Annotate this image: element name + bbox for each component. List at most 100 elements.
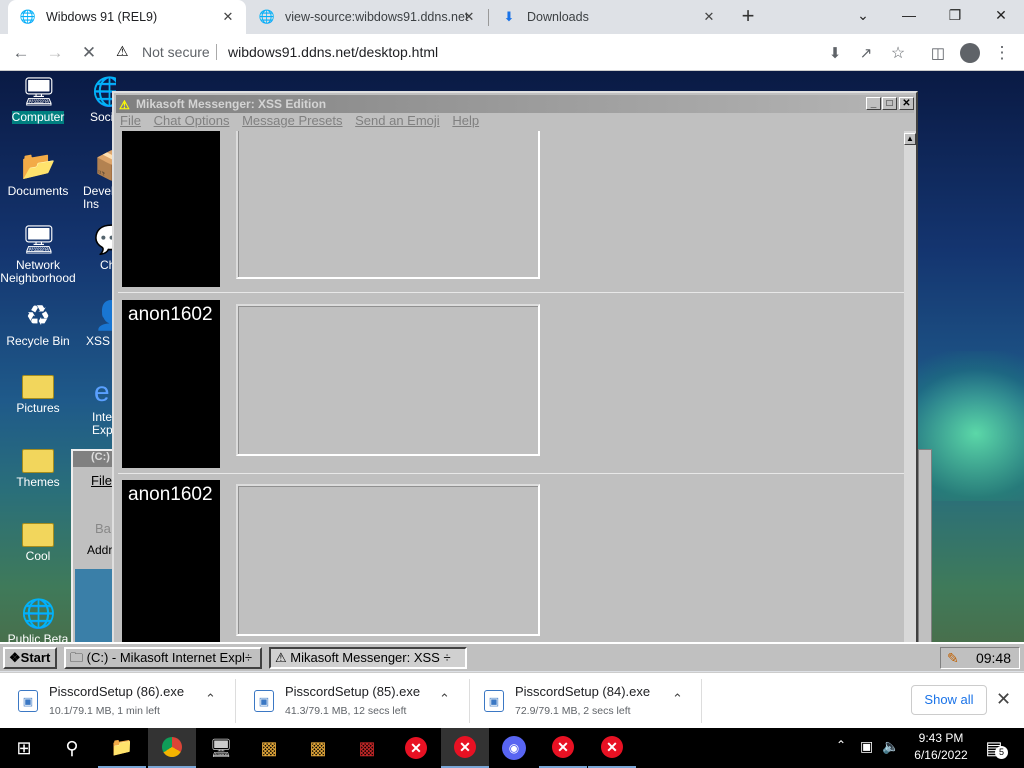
tab-search-icon[interactable]: ⌄: [840, 0, 886, 30]
desktop-icon-themes[interactable]: Themes: [0, 449, 76, 489]
user-avatar: anon1602: [122, 131, 220, 287]
desktop-icon-cool[interactable]: Cool: [0, 523, 76, 563]
new-tab-button[interactable]: +: [736, 3, 760, 28]
error-app-icon[interactable]: ✕: [441, 728, 489, 768]
username: anon1602: [128, 131, 213, 136]
error-app-icon[interactable]: ✕: [588, 728, 636, 768]
desktop-icon-internet-explorer[interactable]: e Inte Expl: [76, 375, 116, 437]
minimize-icon[interactable]: _: [866, 97, 881, 110]
download-status: 10.1/79.1 MB, 1 min left: [49, 705, 160, 717]
close-icon[interactable]: ✕: [461, 9, 477, 25]
desktop-icon-network[interactable]: 🖥 Network Neighborhood: [0, 223, 76, 285]
download-item[interactable]: ▣ PisscordSetup (85).exe 41.3/79.1 MB, 1…: [236, 673, 470, 729]
taskbar-item-messenger[interactable]: ⚠ Mikasoft Messenger: XSS ÷: [269, 647, 467, 669]
tab-wibdows[interactable]: 🌐 Wibdows 91 (REL9) ✕: [8, 0, 246, 34]
menu-message-presets[interactable]: Message Presets: [242, 113, 342, 128]
user-avatar: anon1602: [122, 300, 220, 468]
show-all-button[interactable]: Show all: [911, 685, 987, 715]
profile-icon[interactable]: [957, 40, 983, 66]
message-box: [236, 484, 540, 636]
error-app-icon[interactable]: ✕: [392, 728, 440, 768]
desktop-icon-developer[interactable]: 📦 Devel Ins: [76, 149, 116, 211]
close-icon[interactable]: ✕: [899, 97, 914, 110]
explorer-back-button[interactable]: Ba: [95, 521, 111, 536]
volume-icon[interactable]: 🔈: [882, 738, 899, 755]
window-close-button[interactable]: ✕: [978, 0, 1024, 30]
app-icon[interactable]: ▩: [294, 728, 342, 768]
download-icon[interactable]: ⬇: [822, 40, 848, 66]
maximize-icon[interactable]: □: [882, 97, 897, 110]
search-icon[interactable]: ⚲: [48, 728, 96, 768]
desktop-icon-chat[interactable]: 💬 Ch: [76, 223, 116, 272]
download-item[interactable]: ▣ PisscordSetup (86).exe 10.1/79.1 MB, 1…: [0, 673, 236, 729]
error-app-icon[interactable]: ✕: [539, 728, 587, 768]
desktop-icon-recycle-bin[interactable]: ♻ Recycle Bin: [0, 299, 76, 348]
download-icon: ⬇: [503, 9, 515, 24]
globe-icon: 🌐: [21, 598, 56, 629]
download-item[interactable]: ▣ PisscordSetup (84).exe 72.9/79.1 MB, 2…: [466, 673, 702, 729]
icon-label: Pictures: [16, 401, 60, 415]
close-icon[interactable]: ✕: [701, 9, 717, 25]
messenger-title-bar[interactable]: ⚠ Mikasoft Messenger: XSS Edition _ □ ✕: [116, 95, 914, 113]
explorer-menu-file[interactable]: File: [91, 473, 112, 488]
discord-icon[interactable]: ◉: [490, 728, 538, 768]
browser-toolbar: ← → ✕ ⚠ Not secure wibdows91.ddns.net/de…: [0, 34, 1024, 71]
back-button[interactable]: ←: [8, 40, 34, 66]
taskbar-date: 6/16/2022: [914, 748, 968, 762]
notifications-icon[interactable]: ▤ 5: [982, 736, 1008, 760]
app-icon[interactable]: ▩: [245, 728, 293, 768]
tab-title: Downloads: [527, 10, 589, 24]
restore-button[interactable]: ❐: [932, 0, 978, 30]
address-bar[interactable]: ⚠ Not secure wibdows91.ddns.net/desktop.…: [108, 38, 818, 66]
control-panel-icon[interactable]: 🖥: [197, 728, 245, 768]
chat-log[interactable]: anon1602 anon1602 anon1602: [118, 131, 904, 671]
messenger-window[interactable]: ⚠ Mikasoft Messenger: XSS Edition _ □ ✕ …: [112, 91, 918, 671]
desktop-icon-pictures[interactable]: Pictures: [0, 375, 76, 415]
windows-start-icon[interactable]: ⊞: [0, 728, 48, 768]
app-icon[interactable]: ▩: [343, 728, 391, 768]
chevron-up-icon[interactable]: ⌃: [672, 691, 683, 707]
side-panel-icon[interactable]: ◫: [925, 40, 951, 66]
desktop-icon-xss[interactable]: 👤 XSS: [76, 299, 116, 348]
menu-send-emoji[interactable]: Send an Emoji: [355, 113, 440, 128]
desktop-icon-public-beta[interactable]: 🌐 Public Beta: [0, 597, 76, 646]
chrome-icon[interactable]: [148, 728, 196, 768]
icon-label: Inte Expl: [92, 410, 116, 437]
taskbar-clock[interactable]: 9:43 PM 6/16/2022: [902, 730, 980, 764]
close-icon[interactable]: ✕: [220, 9, 236, 25]
network-icon: 🖥: [21, 224, 57, 255]
scroll-up-icon[interactable]: ▲: [904, 133, 916, 145]
menu-chat-options[interactable]: Chat Options: [154, 113, 230, 128]
security-label[interactable]: Not secure: [142, 44, 210, 60]
forward-button[interactable]: →: [42, 40, 68, 66]
menu-icon[interactable]: ⋮: [989, 40, 1015, 66]
chevron-up-icon[interactable]: ⌃: [836, 738, 846, 752]
download-filename: PisscordSetup (85).exe: [285, 684, 421, 699]
icon-label: Documents: [7, 184, 69, 198]
stop-loading-button[interactable]: ✕: [76, 40, 102, 66]
desktop-icon-documents[interactable]: 📂 Documents: [0, 149, 76, 198]
desktop-icon-computer[interactable]: 🖥 Computer: [0, 75, 76, 124]
chevron-up-icon[interactable]: ⌃: [205, 691, 216, 707]
desktop-icon-social[interactable]: 🌐 Soci: [76, 75, 116, 124]
taskbar-item-explorer[interactable]: 🗀 (C:) - Mikasoft Internet Expl÷: [64, 647, 262, 669]
minimize-button[interactable]: —: [886, 0, 932, 30]
chevron-up-icon[interactable]: ⌃: [439, 691, 450, 707]
divider: [216, 44, 217, 60]
star-icon[interactable]: ☆: [885, 40, 911, 66]
menu-help[interactable]: Help: [452, 113, 479, 128]
tab-downloads[interactable]: ⬇ Downloads ✕: [489, 0, 727, 34]
windows-logo-icon: ❖: [9, 650, 21, 665]
url-text[interactable]: wibdows91.ddns.net/desktop.html: [228, 44, 438, 60]
share-icon[interactable]: ↗: [853, 40, 879, 66]
chat-message: anon1602: [118, 294, 904, 474]
warning-icon: ⚠: [119, 98, 130, 112]
start-button[interactable]: ❖Start: [3, 647, 57, 669]
network-icon[interactable]: ▣: [860, 738, 873, 755]
tab-view-source[interactable]: 🌐 view-source:wibdows91.ddns.net ✕: [247, 0, 487, 34]
file-explorer-icon[interactable]: 📁: [98, 728, 146, 768]
close-icon[interactable]: ✕: [996, 689, 1011, 710]
chat-scrollbar[interactable]: ▲: [904, 131, 916, 671]
menu-file[interactable]: File: [120, 113, 141, 128]
tab-title: view-source:wibdows91.ddns.net: [285, 10, 469, 24]
